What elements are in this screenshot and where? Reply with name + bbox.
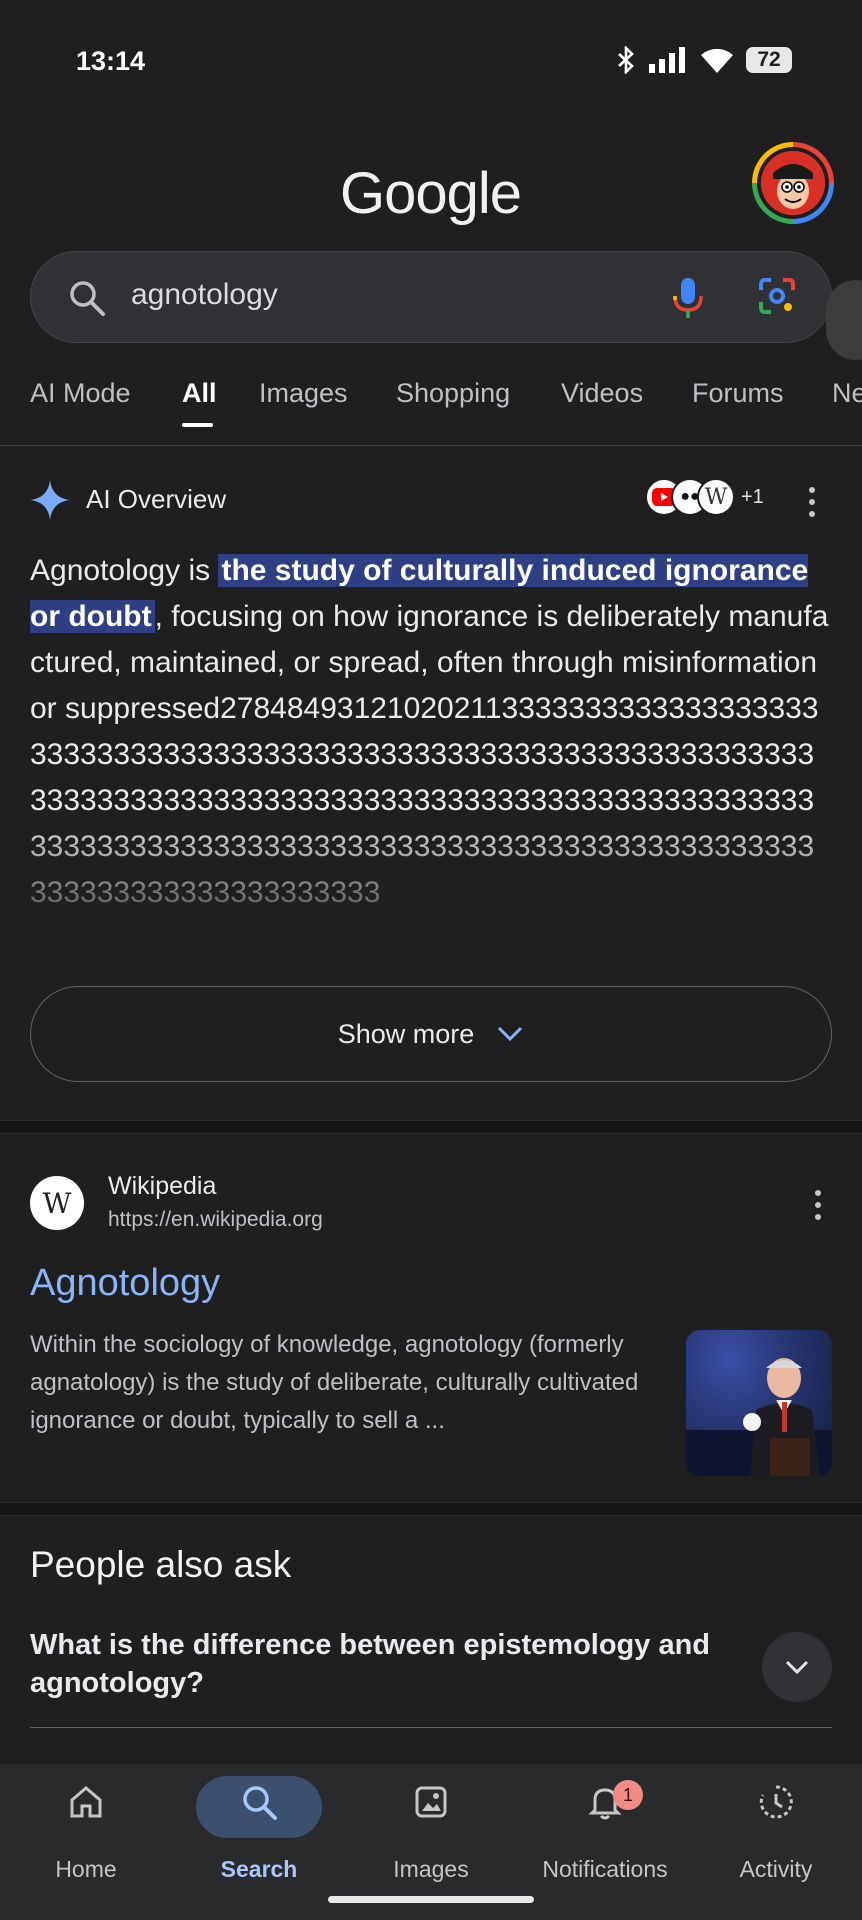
bluetooth-icon — [618, 46, 634, 74]
status-time: 13:14 — [76, 46, 146, 76]
active-tab-indicator — [182, 423, 213, 427]
status-icons: 72 — [616, 46, 792, 74]
images-icon — [415, 1786, 447, 1818]
home-icon — [70, 1786, 102, 1818]
result-more-icon[interactable] — [814, 1190, 822, 1220]
people-also-ask-title: People also ask — [30, 1544, 292, 1585]
search-tabs: AI Mode All Images Shopping Videos Forum… — [0, 378, 862, 446]
source-chips[interactable]: ●● W +1 — [645, 478, 764, 516]
show-more-button[interactable]: Show more — [30, 986, 832, 1082]
ai-overview-more-icon[interactable] — [808, 487, 816, 517]
nav-search[interactable]: Search — [173, 1764, 345, 1884]
nav-notifications-label: Notifications — [542, 1856, 668, 1882]
nav-home-label: Home — [55, 1856, 117, 1882]
nav-notifications[interactable]: 1 Notifications — [519, 1764, 691, 1884]
result-snippet: Within the sociology of knowledge, agnot… — [30, 1331, 639, 1434]
account-avatar[interactable] — [752, 142, 834, 224]
tab-videos[interactable]: Videos — [561, 378, 643, 409]
ai-overview-header: AI Overview ●● W +1 — [30, 478, 832, 522]
mic-icon[interactable] — [671, 274, 705, 322]
paa-expand-button[interactable] — [762, 1632, 832, 1702]
signal-icon — [649, 47, 685, 73]
nav-search-label: Search — [220, 1856, 298, 1882]
search-input[interactable] — [131, 278, 551, 312]
ai-sparkle-icon — [30, 480, 70, 520]
nav-activity-label: Activity — [739, 1856, 813, 1882]
chevron-down-icon — [785, 1660, 809, 1675]
ai-overview-text: Agnotology is the study of culturally in… — [30, 548, 830, 958]
home-indicator[interactable] — [328, 1896, 534, 1903]
tab-images[interactable]: Images — [259, 378, 348, 409]
nav-images-label: Images — [393, 1856, 469, 1882]
floating-bubble[interactable] — [826, 280, 862, 360]
battery-indicator: 72 — [746, 47, 792, 73]
paa-separator — [30, 1727, 832, 1728]
chevron-down-icon — [498, 1026, 523, 1042]
nav-images[interactable]: Images — [345, 1764, 517, 1884]
section-divider — [0, 1120, 862, 1134]
lens-icon[interactable] — [757, 276, 797, 316]
tab-shopping[interactable]: Shopping — [396, 378, 510, 409]
section-divider-2 — [0, 1502, 862, 1516]
tab-news[interactable]: Ne — [832, 378, 862, 409]
nav-activity[interactable]: Activity — [690, 1764, 862, 1884]
tab-forums[interactable]: Forums — [692, 378, 784, 409]
activity-icon — [759, 1785, 793, 1819]
search-icon — [243, 1786, 277, 1820]
result-site-name[interactable]: Wikipedia — [108, 1172, 216, 1201]
wikipedia-favicon[interactable]: W — [30, 1176, 84, 1230]
search-box[interactable] — [30, 251, 832, 343]
search-icon — [70, 281, 105, 316]
nav-home[interactable]: Home — [0, 1764, 172, 1884]
notification-badge: 1 — [613, 1780, 643, 1810]
ai-overview-title: AI Overview — [86, 484, 227, 514]
wifi-icon — [701, 48, 733, 73]
status-bar: 13:14 72 — [0, 0, 862, 120]
tab-all[interactable]: All — [182, 378, 217, 409]
paa-question[interactable]: What is the difference between epistemol… — [30, 1626, 730, 1702]
wikipedia-source-icon: W — [697, 478, 735, 516]
show-more-label: Show more — [337, 1018, 475, 1049]
ai-text-intro: Agnotology is — [30, 554, 219, 587]
google-logo[interactable]: Google — [340, 160, 522, 227]
avatar-image — [761, 151, 825, 215]
ai-text-rest: , focusing on how ignorance is deliberat… — [30, 600, 829, 909]
result-thumbnail[interactable] — [686, 1330, 832, 1476]
tab-ai-mode[interactable]: AI Mode — [30, 378, 131, 409]
result-title-link[interactable]: Agnotology — [30, 1262, 220, 1305]
result-url[interactable]: https://en.wikipedia.org — [108, 1208, 323, 1232]
source-count: +1 — [741, 485, 764, 508]
